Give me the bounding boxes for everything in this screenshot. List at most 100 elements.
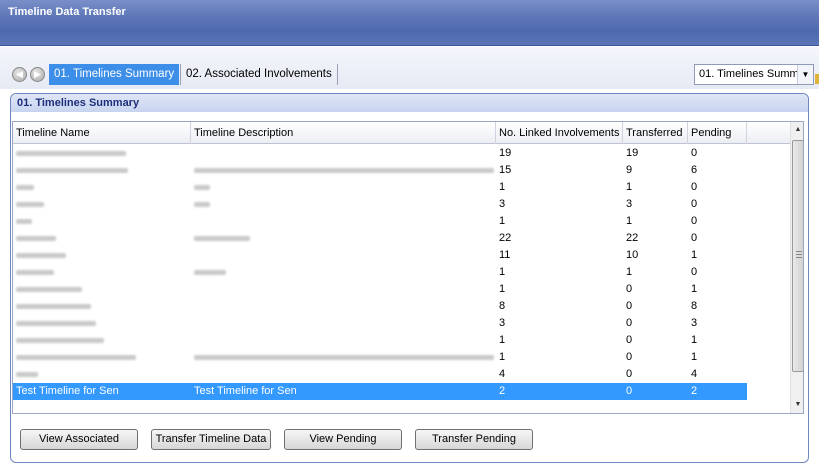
cell-linked-involvements: 1 (499, 283, 506, 295)
cell-pending: 6 (691, 164, 698, 176)
table-row[interactable]: Test Timeline for Sen Test Timeline for S… (13, 383, 747, 400)
cell-pending: 1 (691, 249, 698, 261)
column-header-timeline-description[interactable]: Timeline Description (191, 122, 496, 144)
forward-arrow-icon[interactable]: ▶ (30, 67, 45, 82)
scroll-down-icon[interactable]: ▼ (791, 397, 803, 413)
cell-timeline-name (13, 145, 191, 162)
cell-timeline-name (13, 230, 191, 247)
cell-transferred: 0 (626, 283, 633, 295)
cell-transferred: 1 (626, 181, 633, 193)
redacted-text (194, 202, 210, 207)
cell-pending: 0 (691, 198, 698, 210)
table-row[interactable] (13, 400, 790, 406)
table-row[interactable]: 1 1 0 (13, 264, 790, 281)
cell-timeline-description: Test Timeline for Sen (194, 385, 297, 397)
cell-timeline-description (191, 213, 496, 230)
redacted-text (16, 321, 96, 326)
redacted-text (16, 372, 38, 377)
redacted-text (16, 304, 91, 309)
column-header-transferred[interactable]: Transferred (623, 122, 688, 144)
table-row[interactable]: 3 3 0 (13, 196, 790, 213)
redacted-text (16, 151, 126, 156)
cell-timeline-description (191, 298, 496, 315)
vertical-scrollbar[interactable]: ▲ ▼ (790, 122, 803, 413)
cell-timeline-name (13, 281, 191, 298)
redacted-text (194, 185, 210, 190)
cell-timeline-name: Test Timeline for Sen (16, 385, 119, 397)
cell-timeline-name (13, 179, 191, 196)
table-row[interactable]: 1 0 1 (13, 332, 790, 349)
column-header-timeline-name[interactable]: Timeline Name (13, 122, 191, 144)
table-row[interactable]: 11 10 1 (13, 247, 790, 264)
transfer-timeline-data-button[interactable]: Transfer Timeline Data (151, 429, 271, 450)
cell-linked-involvements: 4 (499, 368, 506, 380)
cell-pending: 1 (691, 334, 698, 346)
cell-timeline-name (13, 196, 191, 213)
cell-pending: 0 (691, 181, 698, 193)
column-header-linked-involvements[interactable]: No. Linked Involvements (496, 122, 623, 144)
view-pending-button[interactable]: View Pending (284, 429, 402, 450)
cell-linked-involvements: 19 (499, 147, 512, 159)
cell-transferred: 9 (626, 164, 633, 176)
cell-linked-involvements: 11 (499, 249, 511, 261)
cell-pending: 8 (691, 300, 698, 312)
cell-timeline-description (191, 264, 496, 281)
cell-linked-involvements: 15 (499, 164, 512, 176)
redacted-text (16, 168, 128, 173)
cell-timeline-description (191, 247, 496, 264)
table-row[interactable]: 1 0 1 (13, 281, 790, 298)
cell-linked-involvements: 1 (499, 334, 506, 346)
back-arrow-icon[interactable]: ◀ (12, 67, 27, 82)
table-row[interactable]: 1 1 0 (13, 213, 790, 230)
cell-transferred: 10 (626, 249, 639, 261)
redacted-text (194, 168, 494, 173)
page-select-dropdown[interactable]: 01. Timelines Summa ▼ (694, 64, 814, 85)
page-select-value: 01. Timelines Summa (699, 68, 805, 80)
cell-timeline-description (191, 332, 496, 349)
chevron-down-icon[interactable]: ▼ (797, 65, 813, 84)
cell-timeline-name (13, 213, 191, 230)
timelines-grid[interactable]: Timeline Name Timeline Description No. L… (12, 121, 804, 414)
table-row[interactable]: 1 0 1 (13, 349, 790, 366)
cell-linked-involvements: 1 (499, 181, 506, 193)
cell-pending: 0 (691, 232, 698, 244)
cell-pending: 2 (691, 385, 698, 397)
cell-transferred: 19 (626, 147, 639, 159)
table-row[interactable]: 22 22 0 (13, 230, 790, 247)
scroll-up-icon[interactable]: ▲ (791, 122, 803, 138)
table-row[interactable]: 4 0 4 (13, 366, 790, 383)
scrollbar-thumb[interactable] (792, 140, 803, 372)
table-row[interactable]: 15 9 6 (13, 162, 790, 179)
redacted-text (16, 236, 56, 241)
navigation-bar: ◀ ▶ 01. Timelines Summary 02. Associated… (0, 47, 819, 89)
column-header-pending[interactable]: Pending (688, 122, 747, 144)
view-associated-button[interactable]: View Associated (20, 429, 138, 450)
cell-timeline-description (191, 162, 496, 179)
cell-pending: 4 (691, 368, 698, 380)
cell-pending: 0 (691, 147, 698, 159)
title-bar: Timeline Data Transfer (0, 0, 819, 46)
redacted-text (16, 202, 44, 207)
tab-associated-involvements[interactable]: 02. Associated Involvements (180, 64, 338, 85)
table-row[interactable]: 8 0 8 (13, 298, 790, 315)
cell-timeline-name (13, 162, 191, 179)
redacted-text (16, 185, 34, 190)
cell-pending: 1 (691, 351, 698, 363)
cell-timeline-description (191, 179, 496, 196)
table-row[interactable]: 1 1 0 (13, 179, 790, 196)
key-icon[interactable] (815, 74, 819, 84)
cell-timeline-description (191, 349, 496, 366)
redacted-text (16, 253, 66, 258)
transfer-pending-button[interactable]: Transfer Pending (415, 429, 533, 450)
table-row[interactable]: 3 0 3 (13, 315, 790, 332)
cell-timeline-description (191, 366, 496, 383)
panel-title: 01. Timelines Summary (11, 94, 808, 112)
cell-transferred: 0 (626, 317, 633, 329)
cell-pending: 3 (691, 317, 698, 329)
table-row[interactable]: 19 19 0 (13, 145, 790, 162)
cell-transferred: 1 (626, 266, 633, 278)
cell-timeline-name (13, 349, 191, 366)
cell-timeline-name (13, 315, 191, 332)
tab-timelines-summary[interactable]: 01. Timelines Summary (49, 64, 180, 85)
cell-timeline-name (13, 366, 191, 383)
